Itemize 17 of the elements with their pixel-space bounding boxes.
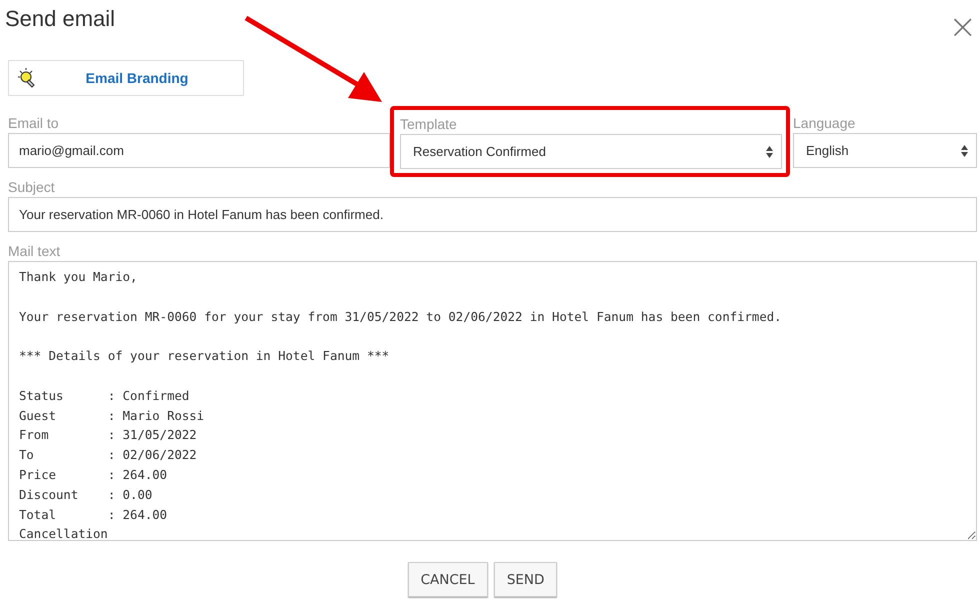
field-label: Subject [8, 179, 56, 195]
email-field[interactable]: mario@gmail.com [8, 133, 390, 168]
field-label: Email to [8, 115, 60, 131]
updown-icon [961, 144, 968, 156]
field-label: Language [793, 115, 856, 131]
select-field[interactable]: English [793, 133, 977, 168]
dialog-button[interactable]: SEND [494, 562, 558, 597]
subject-field[interactable]: Your reservation MR-0060 in Hotel Fanum has been confirmed. [8, 197, 977, 232]
field-label: Mail text [8, 243, 62, 259]
select-field[interactable]: Reservation Confirmed [400, 134, 782, 169]
dialog-title: Send email [5, 6, 116, 32]
branding-button[interactable]: Email Branding [8, 60, 244, 96]
close-button[interactable]: × [948, 12, 977, 42]
field-label: Template [400, 116, 458, 132]
dialog-button[interactable]: CANCEL [408, 562, 488, 597]
updown-icon [766, 146, 773, 158]
mail-text-field[interactable]: Thank you Mario, Your reservation MR-0060 for your stay from 31/05/2022 to 02/06/2022 in Hotel Fanum has been confirmed. *** Details of your reservation in Hotel Fanum *** Status : Confirmed Guest : Mario Rossi From : 31/05/2022 To : 02/06/2022 Price : 264.00 Discount : 0.00 Total : 264.00 Cancellation [8, 261, 977, 541]
